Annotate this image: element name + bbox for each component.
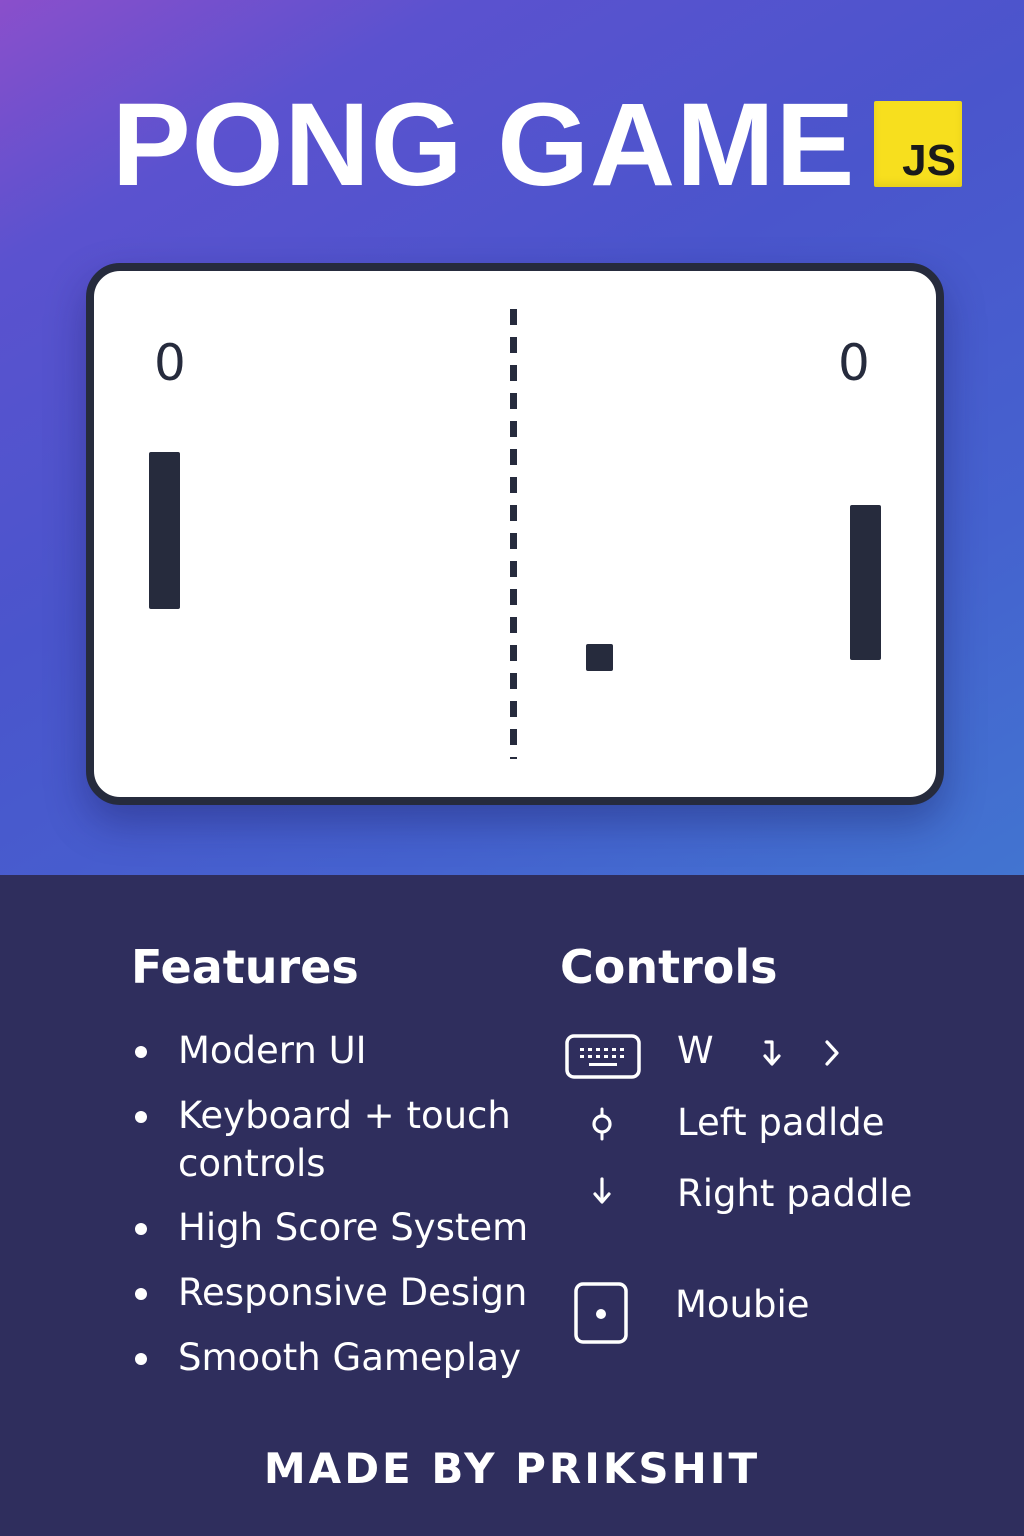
keyboard-icon <box>565 1034 641 1079</box>
chevron-right-icon <box>825 1040 839 1066</box>
arrow-down-icon <box>763 1040 781 1066</box>
feature-item: Modern UI <box>135 1027 367 1075</box>
arrow-down-icon <box>593 1177 611 1204</box>
mobile-icon <box>574 1282 628 1344</box>
control-label-left-paddle: Left padlde <box>677 1101 885 1144</box>
right-paddle <box>850 505 881 660</box>
feature-item: Keyboard + touch controls <box>135 1092 528 1188</box>
feature-item: High Score System <box>134 1204 528 1252</box>
control-key-w: W <box>677 1029 714 1072</box>
js-logo-badge: JS <box>874 101 962 187</box>
game-court[interactable]: 0 0 <box>86 263 944 805</box>
center-net <box>510 309 517 759</box>
feature-item: Responsive Design <box>134 1269 527 1317</box>
control-label-mobile: Moubie <box>675 1283 810 1326</box>
knob-icon <box>592 1107 612 1141</box>
score-left: 0 <box>154 334 186 392</box>
credits-footer: MADE BY PRIKSHIT <box>263 1444 761 1493</box>
page-title: PONG GAME <box>112 79 856 211</box>
features-heading: Features <box>131 940 359 994</box>
js-badge-label: JS <box>902 136 956 185</box>
score-right: 0 <box>838 334 870 392</box>
controls-heading: Controls <box>560 940 778 994</box>
ball <box>586 644 613 671</box>
control-label-right-paddle: Right paddle <box>677 1172 913 1215</box>
feature-item: Smooth Gameplay <box>134 1334 521 1382</box>
left-paddle <box>149 452 180 609</box>
